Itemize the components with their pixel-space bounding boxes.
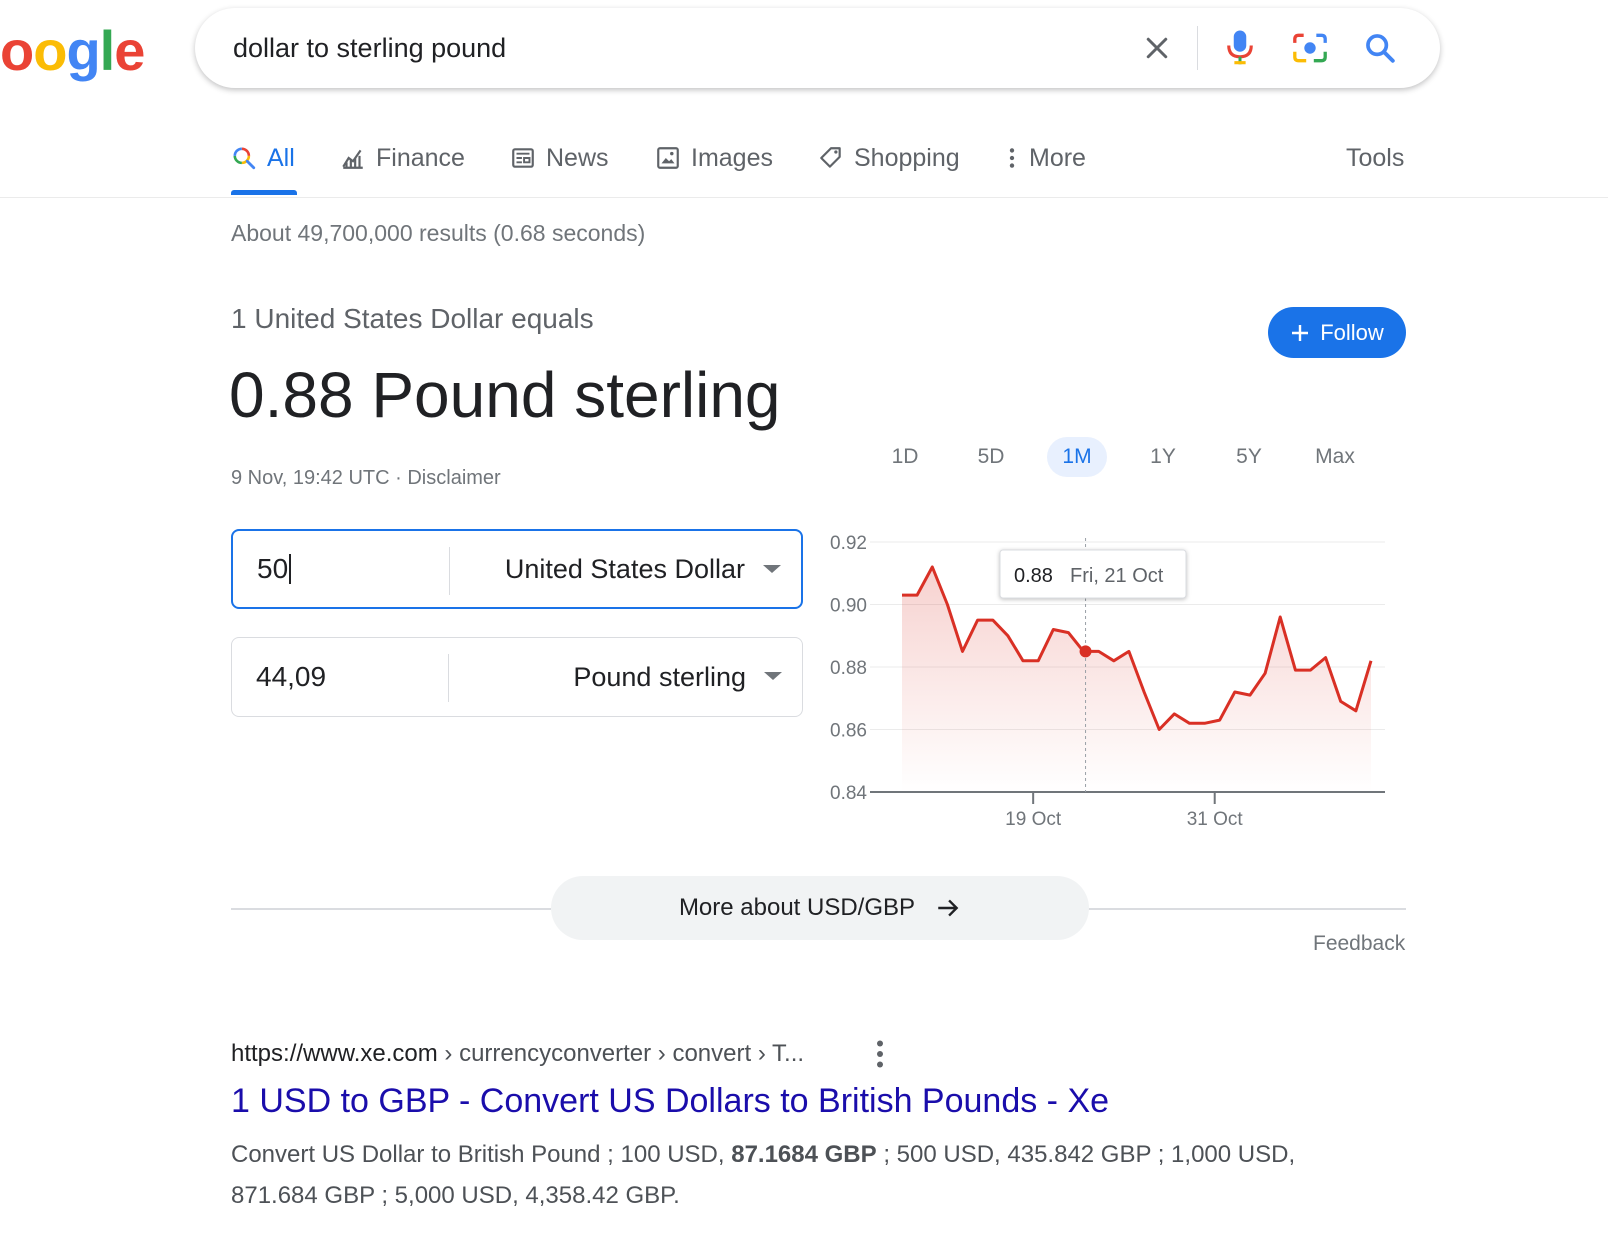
chevron-down-icon[interactable]: [764, 672, 782, 680]
timestamp-text: 9 Nov, 19:42 UTC ·: [231, 467, 408, 489]
from-currency-select[interactable]: United States Dollar: [505, 531, 745, 607]
timestamp: 9 Nov, 19:42 UTC · Disclaimer: [231, 467, 501, 490]
finance-icon: [342, 149, 363, 169]
text-cursor: [289, 554, 292, 584]
tabs-divider: [0, 197, 1608, 198]
follow-button[interactable]: Follow: [1268, 307, 1406, 358]
chart-area: [902, 567, 1371, 792]
range-1m[interactable]: 1M: [1047, 437, 1107, 477]
logo-letter: g: [66, 19, 100, 82]
active-tab-indicator: [231, 190, 297, 195]
from-currency-row: 50 United States Dollar: [231, 529, 803, 609]
exchange-rate-chart[interactable]: 0.92 0.90 0.88 0.86 0.84 19 Oct 31 Oct 0.88 F…: [830, 520, 1410, 830]
search-divider: [1197, 26, 1198, 70]
rate-value: 0.88 Pound sterling: [229, 359, 781, 431]
tab-finance[interactable]: Finance: [340, 138, 465, 178]
news-icon: [512, 148, 534, 168]
snippet-bold: 87.1684 GBP: [731, 1141, 877, 1168]
range-max[interactable]: Max: [1305, 437, 1365, 477]
tab-all[interactable]: All: [231, 138, 295, 178]
search-input[interactable]: [233, 8, 1053, 88]
microphone-icon[interactable]: [1220, 28, 1260, 68]
tag-icon: [820, 147, 841, 168]
tab-label: Shopping: [854, 143, 960, 172]
more-vert-icon[interactable]: [870, 1036, 890, 1072]
from-amount-input[interactable]: 50: [257, 531, 292, 607]
tab-more[interactable]: More: [1005, 138, 1086, 178]
to-currency-row: 44,09 Pound sterling: [231, 637, 803, 717]
equals-label: 1 United States Dollar equals: [231, 303, 594, 334]
range-5y[interactable]: 5Y: [1219, 437, 1279, 477]
y-tick-label: 0.90: [830, 596, 867, 617]
tab-images[interactable]: Images: [655, 138, 773, 178]
to-currency-select[interactable]: Pound sterling: [573, 638, 746, 716]
x-axis: 19 Oct 31 Oct: [1005, 792, 1243, 830]
y-tick-label: 0.92: [830, 533, 867, 554]
clear-icon[interactable]: [1137, 28, 1177, 68]
row-divider: [448, 654, 449, 702]
tab-shopping[interactable]: Shopping: [818, 138, 960, 178]
y-axis: 0.92 0.90 0.88 0.86 0.84: [830, 533, 867, 804]
logo-letter: l: [99, 19, 116, 82]
result-snippet: Convert US Dollar to British Pound ; 100…: [231, 1134, 1331, 1216]
range-1d[interactable]: 1D: [875, 437, 935, 477]
tab-news[interactable]: News: [510, 138, 609, 178]
tab-label: News: [546, 143, 609, 172]
plus-icon: [1292, 324, 1309, 341]
google-logo[interactable]: oogle: [0, 18, 145, 83]
x-tick-label: 19 Oct: [1005, 809, 1062, 830]
results-stats: About 49,700,000 results (0.68 seconds): [231, 220, 646, 246]
chart-tooltip: 0.88 Fri, 21 Oct: [999, 549, 1187, 599]
divider-line: [1088, 908, 1406, 910]
camera-lens-icon[interactable]: [1290, 28, 1330, 68]
tooltip-date: Fri, 21 Oct: [1070, 565, 1164, 587]
x-tick-label: 31 Oct: [1187, 809, 1244, 830]
tab-label: Finance: [376, 143, 465, 172]
arrow-right-icon: [938, 899, 959, 917]
tools-button[interactable]: Tools: [1346, 138, 1404, 178]
logo-letter: o: [33, 19, 67, 82]
image-icon: [657, 147, 679, 169]
result-title-link[interactable]: 1 USD to GBP - Convert US Dollars to Bri…: [231, 1082, 1109, 1121]
snippet-text: Convert US Dollar to British Pound ; 100…: [231, 1141, 732, 1168]
tools-label: Tools: [1346, 143, 1405, 172]
follow-label: Follow: [1320, 319, 1384, 345]
y-tick-label: 0.86: [830, 721, 867, 742]
tab-label: Images: [691, 143, 773, 172]
search-icon[interactable]: [1360, 28, 1400, 68]
divider-line: [231, 908, 551, 910]
feedback-link[interactable]: Feedback: [1313, 932, 1405, 956]
logo-letter: o: [0, 19, 34, 82]
disclaimer-link[interactable]: Disclaimer: [407, 467, 500, 489]
logo-letter: e: [114, 19, 145, 82]
hover-point: [1079, 645, 1092, 658]
more-about-label: More about USD/GBP: [678, 894, 916, 921]
more-about-button[interactable]: More about USD/GBP: [551, 876, 1089, 940]
more-vert-icon: [1009, 148, 1015, 168]
result-url-path: › currencyconverter › convert › T...: [437, 1040, 805, 1067]
row-divider: [449, 547, 450, 595]
range-1y[interactable]: 1Y: [1133, 437, 1193, 477]
result-url[interactable]: https://www.xe.com › currencyconverter ›…: [231, 1040, 804, 1068]
tooltip-value: 0.88: [1014, 565, 1053, 587]
y-tick-label: 0.84: [830, 783, 867, 804]
chevron-down-icon[interactable]: [763, 565, 781, 573]
search-box: [195, 8, 1440, 88]
tab-label: More: [1029, 143, 1086, 172]
y-tick-label: 0.88: [830, 658, 867, 679]
range-5d[interactable]: 5D: [961, 437, 1021, 477]
tab-label: All: [267, 143, 295, 172]
search-icon: [233, 147, 256, 170]
to-amount-input[interactable]: 44,09: [256, 638, 326, 716]
result-url-host: https://www.xe.com: [231, 1040, 438, 1067]
from-amount-value: 50: [257, 553, 289, 584]
